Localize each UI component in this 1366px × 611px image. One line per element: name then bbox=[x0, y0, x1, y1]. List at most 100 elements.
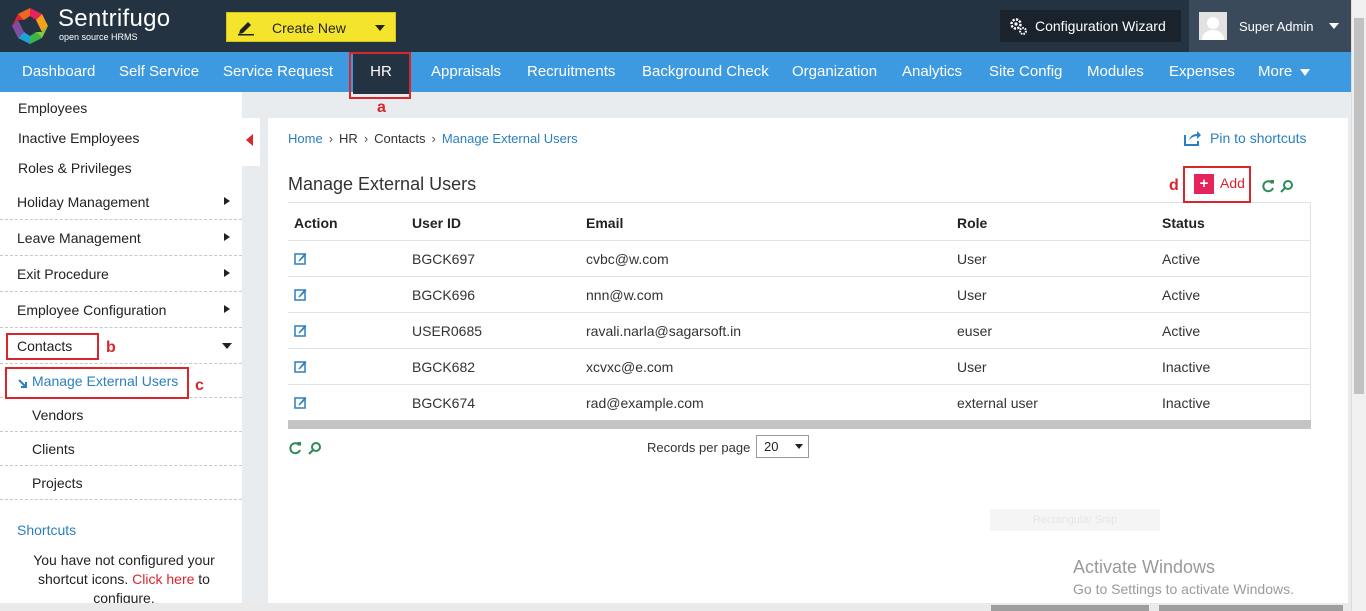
edit-icon[interactable] bbox=[294, 360, 307, 378]
cell-role: User bbox=[957, 359, 987, 375]
chevron-right-icon bbox=[224, 269, 230, 277]
cell-status: Active bbox=[1162, 287, 1201, 303]
table-row: BGCK696 nnn@w.com User Active bbox=[288, 276, 1311, 312]
nav-dashboard[interactable]: Dashboard bbox=[22, 52, 95, 92]
cell-status: Inactive bbox=[1162, 395, 1211, 411]
sidebar-item-label: Inactive Employees bbox=[18, 130, 140, 146]
sidebar-group-employee-configuration[interactable]: Employee Configuration bbox=[0, 292, 242, 328]
activate-windows-subtitle: Go to Settings to activate Windows. bbox=[1073, 581, 1294, 597]
edit-icon[interactable] bbox=[294, 396, 307, 414]
edit-icon[interactable] bbox=[294, 288, 307, 306]
annotation-box-a bbox=[349, 52, 411, 99]
column-header-email[interactable]: Email bbox=[586, 215, 623, 231]
annotation-box-c bbox=[5, 367, 189, 399]
cell-status: Active bbox=[1162, 323, 1201, 339]
configuration-wizard-label: Configuration Wizard bbox=[1035, 18, 1166, 34]
breadcrumb-separator: › bbox=[328, 131, 334, 146]
sidebar-item-clients[interactable]: Clients bbox=[0, 432, 242, 466]
nav-self-service[interactable]: Self Service bbox=[119, 52, 199, 92]
refresh-icon[interactable] bbox=[288, 441, 302, 460]
nav-background-check[interactable]: Background Check bbox=[642, 52, 769, 92]
sidebar-item-label: Roles & Privileges bbox=[18, 160, 132, 176]
refresh-icon[interactable] bbox=[1261, 179, 1275, 198]
chevron-left-icon bbox=[246, 134, 253, 146]
table-row: BGCK697 cvbc@w.com User Active bbox=[288, 240, 1311, 276]
scrollbar-thumb[interactable] bbox=[1354, 18, 1364, 394]
annotation-label-b: b bbox=[106, 339, 116, 356]
annotation-label-a: a bbox=[377, 99, 386, 116]
sidebar-item-label: Projects bbox=[32, 475, 83, 491]
sidebar-group-label: Holiday Management bbox=[17, 194, 150, 210]
sidebar-group-leave-management[interactable]: Leave Management bbox=[0, 220, 242, 256]
nav-more[interactable]: More bbox=[1258, 52, 1311, 92]
user-menu[interactable]: Super Admin bbox=[1189, 0, 1351, 52]
breadcrumb-separator: › bbox=[363, 131, 369, 146]
brand[interactable]: Sentrifugo open source HRMS bbox=[58, 6, 170, 43]
chevron-down-icon bbox=[1300, 68, 1311, 76]
cell-user-id: BGCK697 bbox=[412, 251, 476, 267]
vertical-scrollbar[interactable] bbox=[1351, 0, 1366, 611]
cell-email: xcvxc@e.com bbox=[586, 359, 674, 375]
nav-site-config[interactable]: Site Config bbox=[989, 52, 1062, 92]
table-horizontal-scrollbar[interactable] bbox=[288, 420, 1311, 429]
column-header-role[interactable]: Role bbox=[957, 215, 987, 231]
annotation-box-b bbox=[6, 333, 99, 360]
sidebar-group-label: Employee Configuration bbox=[17, 302, 167, 318]
chevron-down-icon bbox=[795, 444, 803, 449]
nav-expenses[interactable]: Expenses bbox=[1169, 52, 1235, 92]
table-row: BGCK674 rad@example.com external user In… bbox=[288, 384, 1311, 420]
create-new-label: Create New bbox=[272, 20, 346, 36]
sidebar-collapse-toggle[interactable] bbox=[242, 118, 260, 166]
breadcrumb-hr[interactable]: HR bbox=[339, 131, 358, 146]
nav-recruitments[interactable]: Recruitments bbox=[527, 52, 615, 92]
scrollbar-thumb[interactable] bbox=[1159, 605, 1343, 611]
sidebar-group-exit-procedure[interactable]: Exit Procedure bbox=[0, 256, 242, 292]
column-header-status[interactable]: Status bbox=[1162, 215, 1205, 231]
sidebar-item-label: Employees bbox=[18, 100, 88, 116]
annotation-label-d: d bbox=[1169, 177, 1179, 194]
table-border bbox=[1310, 202, 1311, 420]
share-icon bbox=[1184, 130, 1202, 149]
horizontal-scrollbar[interactable] bbox=[0, 603, 1351, 611]
logo-icon[interactable] bbox=[10, 6, 50, 46]
sidebar-item-vendors[interactable]: Vendors bbox=[0, 398, 242, 432]
cell-role: User bbox=[957, 287, 987, 303]
sidebar-item-projects[interactable]: Projects bbox=[0, 466, 242, 500]
annotation-label-c: c bbox=[195, 377, 204, 394]
breadcrumb-home[interactable]: Home bbox=[288, 131, 323, 146]
nav-modules[interactable]: Modules bbox=[1087, 52, 1144, 92]
nav-analytics[interactable]: Analytics bbox=[902, 52, 962, 92]
edit-icon[interactable] bbox=[294, 324, 307, 342]
records-per-page-value: 20 bbox=[764, 439, 779, 454]
annotation-box-d bbox=[1183, 166, 1251, 203]
breadcrumb-separator: › bbox=[431, 131, 436, 146]
cell-email: rad@example.com bbox=[586, 395, 704, 411]
breadcrumb: Home › HR › Contacts › Manage External Users bbox=[288, 131, 578, 146]
nav-appraisals[interactable]: Appraisals bbox=[431, 52, 501, 92]
records-per-page-select[interactable]: 20 bbox=[756, 435, 809, 458]
nav-organization[interactable]: Organization bbox=[792, 52, 877, 92]
breadcrumb-contacts[interactable]: Contacts bbox=[374, 131, 425, 146]
table-row: BGCK682 xcvxc@e.com User Inactive bbox=[288, 348, 1311, 384]
table-row: USER0685 ravali.narla@sagarsoft.in euser… bbox=[288, 312, 1311, 348]
cell-user-id: BGCK696 bbox=[412, 287, 476, 303]
scrollbar-thumb[interactable] bbox=[991, 605, 1149, 611]
create-new-button[interactable]: Create New bbox=[226, 12, 396, 42]
column-header-action[interactable]: Action bbox=[294, 215, 338, 231]
top-header: Sentrifugo open source HRMS Create New C… bbox=[0, 0, 1366, 52]
activate-windows-watermark: Activate Windows Go to Settings to activ… bbox=[1073, 557, 1294, 597]
search-icon[interactable] bbox=[308, 441, 322, 460]
configuration-wizard-button[interactable]: Configuration Wizard bbox=[1000, 10, 1181, 42]
column-header-user-id[interactable]: User ID bbox=[412, 215, 461, 231]
breadcrumb-current: Manage External Users bbox=[441, 131, 578, 146]
sidebar-group-holiday-management[interactable]: Holiday Management bbox=[0, 184, 242, 220]
nav-more-label: More bbox=[1258, 63, 1293, 80]
search-icon[interactable] bbox=[1280, 179, 1294, 198]
cell-role: euser bbox=[957, 323, 993, 339]
records-per-page-label: Records per page bbox=[647, 440, 751, 455]
edit-icon[interactable] bbox=[294, 252, 307, 270]
main-nav: Dashboard Self Service Service Request H… bbox=[0, 52, 1351, 94]
configure-shortcuts-link[interactable]: Click here bbox=[132, 571, 194, 587]
nav-service-request[interactable]: Service Request bbox=[223, 52, 333, 92]
cell-user-id: BGCK674 bbox=[412, 395, 476, 411]
